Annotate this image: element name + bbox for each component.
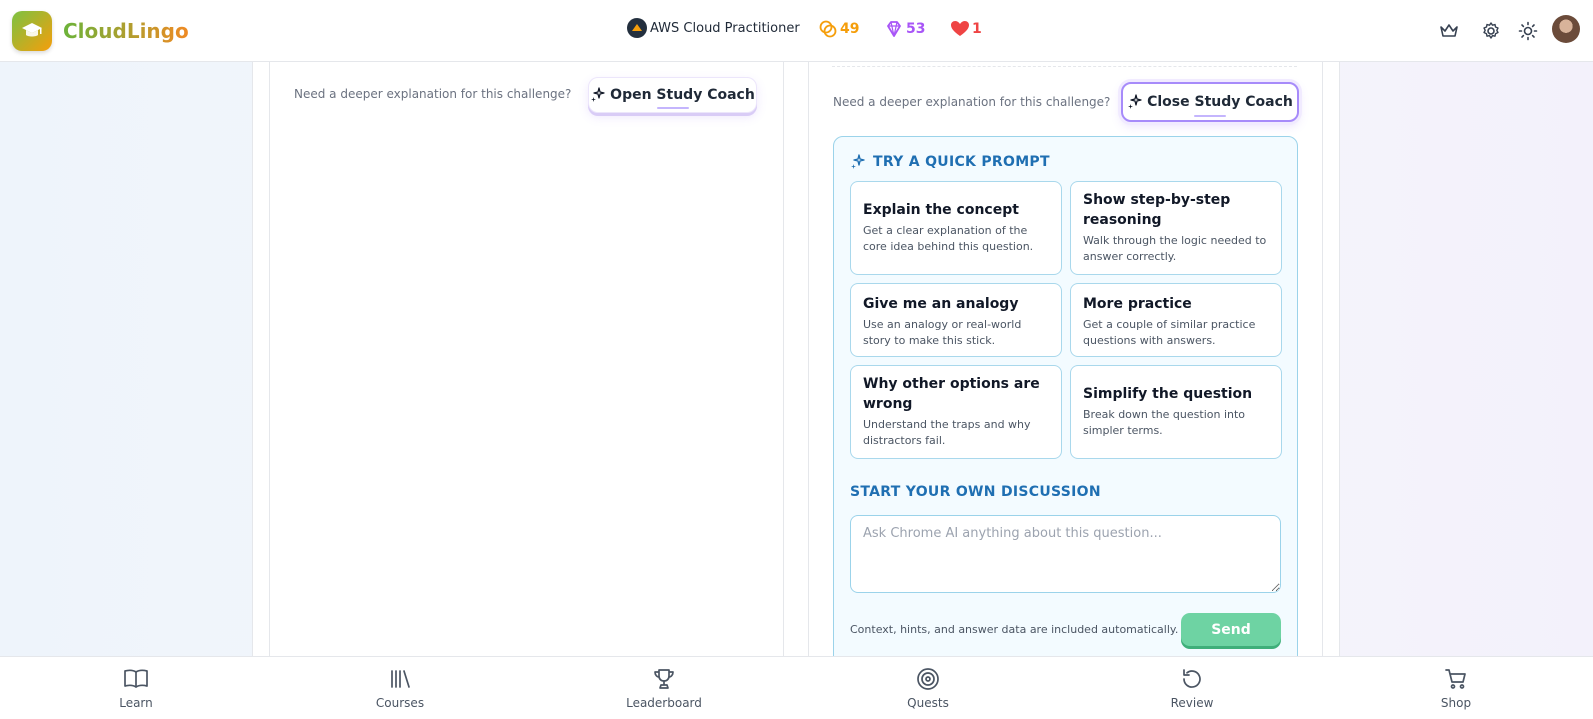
prompt-description: Get a couple of similar practice questio… — [1083, 318, 1256, 347]
sparkles-icon — [1128, 94, 1142, 109]
gear-icon[interactable] — [1480, 20, 1502, 42]
brand[interactable]: CloudLingo — [12, 11, 189, 51]
shopping-cart-icon — [1442, 665, 1470, 693]
prompt-description: Walk through the logic needed to answer … — [1083, 234, 1267, 263]
top-bar: CloudLingo AWS Cloud Practitioner 49 53 … — [0, 0, 1593, 62]
discussion-input[interactable] — [850, 515, 1281, 593]
open-study-coach-button[interactable]: Open Study Coach — [588, 77, 757, 113]
trophy-icon — [650, 665, 678, 693]
button-underline — [656, 107, 689, 109]
nav-item-review[interactable]: Review — [1132, 665, 1252, 710]
sun-icon[interactable] — [1517, 20, 1539, 42]
nav-label: Leaderboard — [626, 696, 702, 710]
nav-item-leaderboard[interactable]: Leaderboard — [604, 665, 724, 710]
graduation-cap-icon — [12, 11, 52, 51]
prompt-description: Break down the question into simpler ter… — [1083, 408, 1246, 437]
heart-icon — [951, 21, 969, 36]
nav-label: Learn — [119, 696, 153, 710]
prompt-title: Simplify the question — [1083, 386, 1253, 402]
hearts-value: 1 — [972, 21, 982, 37]
nav-item-learn[interactable]: Learn — [76, 665, 196, 710]
nav-label: Courses — [375, 696, 425, 710]
rotate-ccw-icon — [1178, 665, 1206, 693]
nav-label: Quests — [907, 696, 949, 710]
hearts-counter[interactable]: 1 — [950, 19, 982, 39]
gem-icon — [887, 21, 901, 37]
helper-text-left: Need a deeper explanation for this chall… — [294, 87, 572, 101]
nav-item-shop[interactable]: Shop — [1396, 665, 1516, 710]
send-button[interactable]: Send — [1181, 613, 1281, 646]
book-open-icon — [122, 665, 150, 693]
prompt-description: Use an analogy or real-world story to ma… — [863, 318, 1022, 347]
prompt-card-other-options[interactable]: Why other options are wrong Understand t… — [850, 365, 1062, 459]
prompt-card-more-practice[interactable]: More practice Get a couple of similar pr… — [1070, 283, 1282, 357]
challenge-card-left — [269, 62, 784, 657]
prompt-card-explain-concept[interactable]: Explain the concept Get a clear explanat… — [850, 181, 1062, 275]
divider — [832, 66, 1297, 67]
prompt-description: Get a clear explanation of the core idea… — [863, 224, 1034, 253]
sparkles-icon — [851, 154, 865, 169]
library-icon — [386, 665, 414, 693]
nav-label: Shop — [1440, 696, 1472, 710]
aws-logo-icon — [627, 18, 647, 38]
prompt-description: Understand the traps and why distractors… — [863, 418, 1031, 447]
close-study-coach-button[interactable]: Close Study Coach — [1121, 82, 1299, 122]
coins-icon — [819, 20, 837, 38]
prompt-title: Give me an analogy — [863, 296, 1019, 312]
nav-label: Review — [1170, 696, 1214, 710]
brand-name: CloudLingo — [63, 19, 189, 43]
helper-text-right: Need a deeper explanation for this chall… — [833, 95, 1111, 109]
nav-item-courses[interactable]: Courses — [340, 665, 460, 710]
close-study-coach-label: Close Study Coach — [1147, 94, 1293, 110]
prompt-title: Why other options are wrong — [863, 376, 1040, 412]
prompt-title: Explain the concept — [863, 202, 1019, 218]
prompt-title: More practice — [1083, 296, 1192, 312]
discussion-title: START YOUR OWN DISCUSSION — [850, 484, 1101, 500]
prompt-card-analogy[interactable]: Give me an analogy Use an analogy or rea… — [850, 283, 1062, 357]
gems-counter[interactable]: 53 — [884, 19, 925, 39]
course-selector[interactable]: AWS Cloud Practitioner — [627, 18, 800, 38]
avatar[interactable] — [1552, 15, 1580, 43]
button-underline — [1194, 115, 1226, 117]
crown-icon[interactable] — [1438, 20, 1460, 42]
prompt-title: Show step-by-step reasoning — [1083, 192, 1231, 228]
bottom-nav: Learn Courses Leaderboard Quests Review … — [0, 656, 1593, 719]
quick-prompt-title: TRY A QUICK PROMPT — [873, 154, 1050, 170]
prompt-card-simplify[interactable]: Simplify the question Break down the que… — [1070, 365, 1282, 459]
prompt-card-step-by-step[interactable]: Show step-by-step reasoning Walk through… — [1070, 181, 1282, 275]
xp-counter[interactable]: 49 — [818, 19, 859, 39]
open-study-coach-label: Open Study Coach — [610, 87, 755, 103]
xp-value: 49 — [840, 21, 860, 37]
nav-item-quests[interactable]: Quests — [868, 665, 988, 710]
course-name: AWS Cloud Practitioner — [650, 20, 800, 36]
context-note: Context, hints, and answer data are incl… — [850, 623, 1179, 636]
target-icon — [914, 665, 942, 693]
gems-value: 53 — [906, 21, 926, 37]
sparkles-icon — [591, 87, 605, 102]
